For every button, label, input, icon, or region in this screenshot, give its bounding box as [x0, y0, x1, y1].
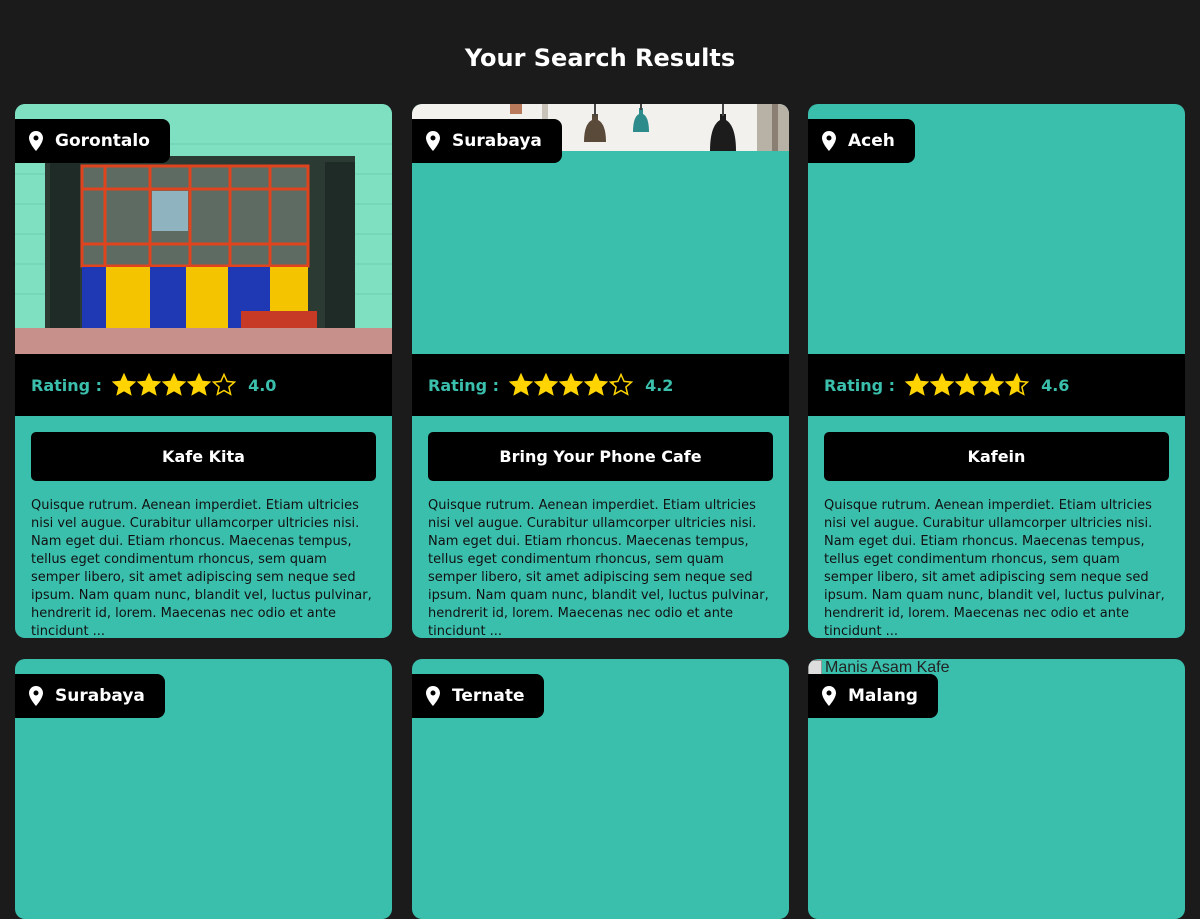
map-pin-icon: [426, 686, 440, 706]
rating-label: Rating :: [31, 375, 103, 395]
cafe-description: Quisque rutrum. Aenean imperdiet. Etiam …: [31, 498, 372, 638]
location-label: Surabaya: [55, 686, 145, 706]
star-full-icon: [905, 373, 930, 396]
cafe-name-button[interactable]: Bring Your Phone Cafe: [428, 432, 773, 481]
rating-bar: Rating : 4.0: [15, 354, 392, 416]
cafe-name-button[interactable]: Kafe Kita: [31, 432, 376, 481]
location-label: Gorontalo: [55, 131, 150, 151]
cafe-card[interactable]: Gorontalo Rating : 4.0 Kafe Kita Quisque…: [15, 104, 392, 638]
rating-bar: Rating : 4.6: [808, 354, 1185, 416]
star-full-icon: [955, 373, 980, 396]
map-pin-icon: [29, 131, 43, 151]
star-full-icon: [559, 373, 584, 396]
location-badge: Surabaya: [412, 119, 562, 163]
star-empty-icon: [212, 373, 237, 396]
location-badge: Gorontalo: [15, 119, 170, 163]
rating-label: Rating :: [824, 375, 896, 395]
star-full-icon: [112, 373, 137, 396]
location-label: Malang: [848, 686, 918, 706]
location-badge: Ternate: [412, 674, 545, 718]
star-rating: [112, 373, 237, 397]
location-badge: Aceh: [808, 119, 915, 163]
star-half-icon: [1005, 373, 1030, 396]
location-label: Surabaya: [452, 131, 542, 151]
rating-value: 4.0: [248, 375, 277, 395]
star-full-icon: [534, 373, 559, 396]
map-pin-icon: [822, 131, 836, 151]
map-pin-icon: [426, 131, 440, 151]
rating-value: 4.6: [1041, 375, 1070, 395]
rating-label: Rating :: [428, 375, 500, 395]
location-label: Ternate: [452, 686, 525, 706]
cafe-card[interactable]: Surabaya Rating : 4.2 Bring Your Phone C…: [412, 104, 789, 638]
star-full-icon: [980, 373, 1005, 396]
star-full-icon: [930, 373, 955, 396]
page-title: Your Search Results: [464, 44, 736, 72]
cafe-description: Quisque rutrum. Aenean imperdiet. Etiam …: [428, 498, 769, 638]
cafe-card[interactable]: Aceh Rating : 4.6 Kafein Quisque rutrum.…: [808, 104, 1185, 638]
cafe-name-button[interactable]: Kafein: [824, 432, 1169, 481]
cafe-description: Quisque rutrum. Aenean imperdiet. Etiam …: [824, 498, 1165, 638]
location-badge: Malang: [808, 674, 938, 718]
location-badge: Surabaya: [15, 674, 165, 718]
star-full-icon: [509, 373, 534, 396]
cafe-card[interactable]: Surabaya: [15, 659, 392, 919]
cafe-card[interactable]: Ternate: [412, 659, 789, 919]
star-full-icon: [137, 373, 162, 396]
rating-value: 4.2: [645, 375, 674, 395]
star-rating: [905, 373, 1030, 397]
star-full-icon: [187, 373, 212, 396]
star-full-icon: [584, 373, 609, 396]
cafe-card[interactable]: Manis Asam Kafe Malang: [808, 659, 1185, 919]
map-pin-icon: [822, 686, 836, 706]
rating-bar: Rating : 4.2: [412, 354, 789, 416]
star-full-icon: [162, 373, 187, 396]
star-half-icon: [609, 373, 634, 396]
location-label: Aceh: [848, 131, 895, 151]
map-pin-icon: [29, 686, 43, 706]
star-rating: [509, 373, 634, 397]
